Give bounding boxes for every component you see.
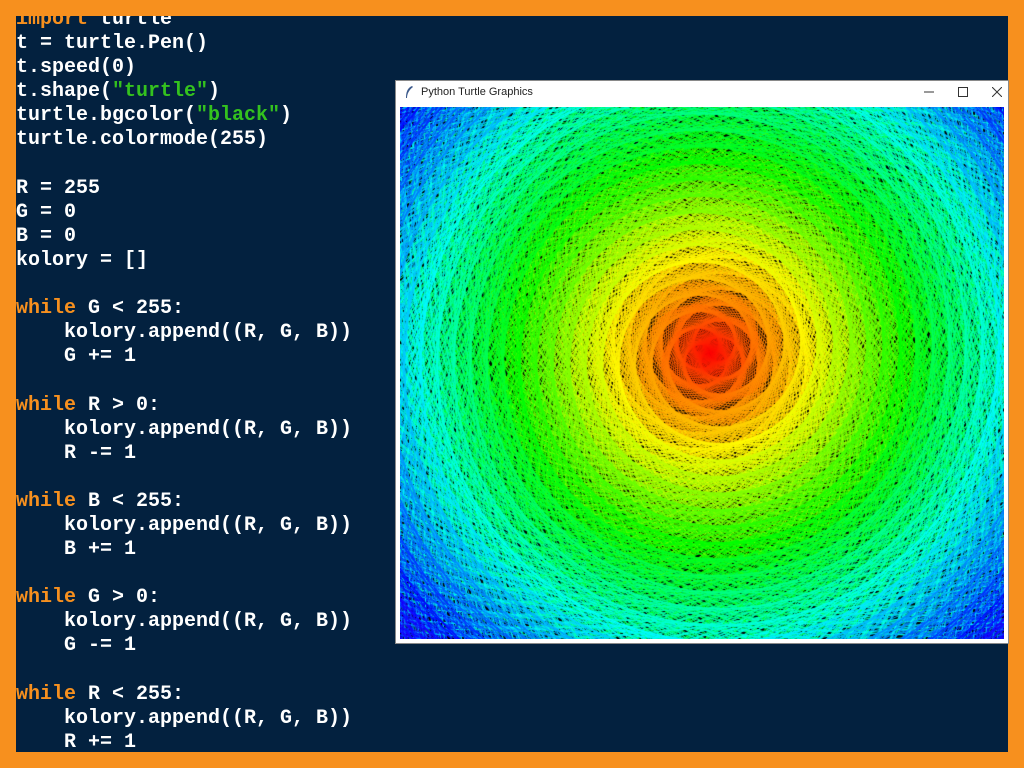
code-line: kolory.append((R, G, B)) — [16, 514, 352, 538]
code-text: G > 0: — [76, 586, 161, 610]
code-text: G = 0 — [16, 200, 77, 224]
code-text: R > 0: — [76, 393, 161, 417]
code-text: t = turtle.Pen() — [16, 32, 209, 56]
code-text: R = 255 — [16, 176, 101, 200]
code-keyword: while — [16, 297, 77, 321]
code-text: t.speed(0) — [16, 56, 137, 80]
code-line: R -= 1 — [16, 442, 352, 466]
code-text: R < 255: — [76, 682, 185, 706]
close-icon — [992, 87, 1002, 97]
window-title: Python Turtle Graphics — [421, 86, 533, 98]
code-line: t.shape("turtle") — [16, 80, 352, 104]
code-line: G += 1 — [16, 345, 352, 369]
code-line: B = 0 — [16, 225, 352, 249]
code-keyword: while — [16, 393, 77, 417]
minimize-button[interactable] — [912, 81, 946, 103]
maximize-button[interactable] — [946, 81, 980, 103]
minimize-icon — [924, 91, 934, 93]
code-text: G += 1 — [16, 345, 137, 369]
close-button[interactable] — [980, 81, 1014, 103]
feather-icon — [401, 84, 417, 100]
code-text: B += 1 — [16, 538, 137, 562]
code-text: G -= 1 — [16, 634, 137, 658]
code-line: R = 255 — [16, 177, 352, 201]
code-line: turtle.colormode(255) — [16, 128, 352, 152]
code-line: G -= 1 — [16, 634, 352, 658]
window-titlebar[interactable]: Python Turtle Graphics — [396, 81, 1008, 103]
code-string: "turtle" — [112, 80, 209, 104]
code-text: kolory.append((R, G, B)) — [16, 417, 353, 441]
code-text: kolory.append((R, G, B)) — [16, 706, 353, 730]
code-text: G < 255: — [76, 297, 185, 321]
code-text: R -= 1 — [16, 441, 137, 465]
code-line: t.speed(0) — [16, 56, 352, 80]
code-line: while G > 0: — [16, 586, 352, 610]
code-text: kolory.append((R, G, B)) — [16, 321, 353, 345]
code-line: import turtle — [16, 16, 352, 32]
code-keyword: import — [16, 16, 89, 31]
code-line: while G < 255: — [16, 297, 352, 321]
code-text: turtle.bgcolor( — [16, 104, 197, 128]
turtle-drawing-canvas[interactable] — [400, 107, 1004, 639]
maximize-icon — [958, 87, 968, 97]
code-line: G = 0 — [16, 201, 352, 225]
code-text: turtle.colormode(255) — [16, 128, 269, 152]
code-line: while R > 0: — [16, 394, 352, 418]
code-line: t = turtle.Pen() — [16, 32, 352, 56]
code-text: turtle — [88, 16, 173, 31]
code-text: R += 1 — [16, 730, 137, 752]
code-listing: import turtle t = turtle.Pen() t.speed(0) t… — [16, 16, 352, 752]
code-keyword: while — [16, 489, 77, 513]
code-text: ) — [280, 104, 293, 128]
code-text: kolory.append((R, G, B)) — [16, 513, 353, 537]
code-keyword: while — [16, 586, 77, 610]
code-line: while B < 255: — [16, 490, 352, 514]
code-line: B += 1 — [16, 538, 352, 562]
code-line: kolory = [] — [16, 249, 352, 273]
turtle-canvas-area[interactable] — [400, 107, 1004, 639]
code-string: "black" — [196, 104, 281, 128]
code-text: B < 255: — [76, 489, 185, 513]
code-line: while R < 255: — [16, 683, 352, 707]
code-line: kolory.append((R, G, B)) — [16, 707, 352, 731]
code-text: kolory.append((R, G, B)) — [16, 610, 353, 634]
turtle-graphics-window[interactable]: Python Turtle Graphics — [395, 80, 1009, 644]
code-text: kolory = [] — [16, 248, 149, 272]
code-line: R += 1 — [16, 731, 352, 752]
code-line: turtle.bgcolor("black") — [16, 104, 352, 128]
code-line: kolory.append((R, G, B)) — [16, 610, 352, 634]
code-line: kolory.append((R, G, B)) — [16, 418, 352, 442]
code-keyword: while — [16, 682, 77, 706]
code-text: ) — [208, 80, 221, 104]
code-text: t.shape( — [16, 80, 113, 104]
code-line: kolory.append((R, G, B)) — [16, 321, 352, 345]
code-text: B = 0 — [16, 224, 77, 248]
